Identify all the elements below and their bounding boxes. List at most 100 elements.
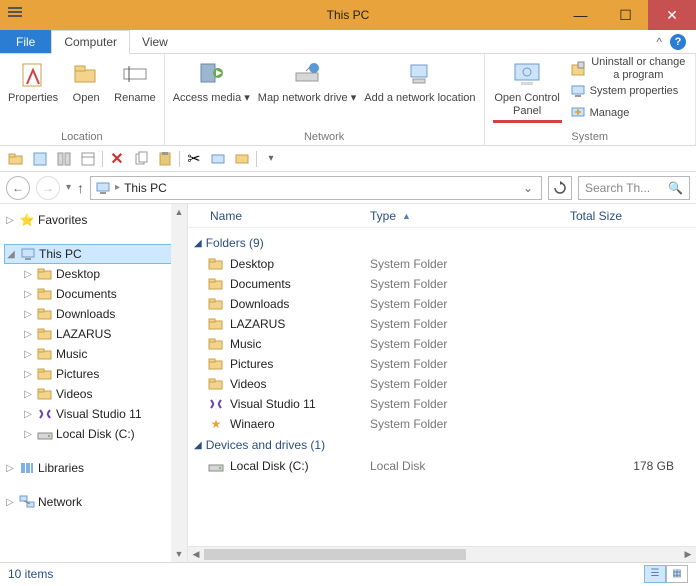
qat-new-folder-icon[interactable] — [6, 149, 26, 169]
manage-button[interactable]: Manage — [566, 102, 691, 124]
tree-item[interactable]: ▷Visual Studio 11 — [22, 404, 187, 424]
status-item-count: 10 items — [8, 567, 53, 581]
drive-icon — [37, 426, 53, 442]
list-item[interactable]: MusicSystem Folder — [194, 334, 696, 354]
access-media-button[interactable]: Access media ▾ — [169, 56, 254, 107]
folder-icon — [208, 376, 224, 392]
maximize-button[interactable]: ☐ — [603, 0, 648, 30]
network-icon — [19, 494, 35, 510]
address-bar[interactable]: ▸ This PC ⌄ — [90, 176, 542, 200]
folder-icon — [37, 346, 53, 362]
sort-indicator-icon: ▲ — [402, 211, 411, 221]
properties-button[interactable]: Properties — [4, 56, 62, 107]
open-control-panel-button[interactable]: Open Control Panel — [489, 56, 566, 119]
qat-icon-9[interactable] — [208, 149, 228, 169]
collapse-ribbon-icon[interactable]: ^ — [656, 35, 662, 49]
system-properties-icon — [570, 83, 586, 99]
open-button[interactable]: Open — [62, 56, 110, 107]
qat-cut-icon[interactable]: ✂ — [184, 149, 204, 169]
qat-delete-icon[interactable]: ✕ — [107, 149, 127, 169]
tab-view[interactable]: View — [130, 30, 181, 53]
qat-copy-icon[interactable] — [131, 149, 151, 169]
column-type[interactable]: Type▲ — [370, 209, 570, 223]
forward-button[interactable]: → — [36, 176, 60, 200]
tree-network[interactable]: ▷ Network — [4, 492, 187, 512]
qat-customize-icon[interactable]: ▾ — [261, 149, 281, 169]
qat-paste-icon[interactable] — [155, 149, 175, 169]
list-item[interactable]: LAZARUSSystem Folder — [194, 314, 696, 334]
qat-icon-4[interactable] — [78, 149, 98, 169]
minimize-button[interactable]: — — [558, 0, 603, 30]
star-icon: ★ — [208, 416, 224, 432]
tree-this-pc[interactable]: ◢ This PC — [4, 244, 187, 264]
view-large-icons-button[interactable]: ▦ — [666, 565, 688, 583]
content-horizontal-scrollbar[interactable]: ◀▶ — [188, 546, 696, 562]
title-bar: This PC — ☐ ✕ — [0, 0, 696, 30]
map-drive-icon — [291, 58, 323, 90]
column-name[interactable]: Name — [210, 209, 370, 223]
folder-icon — [37, 286, 53, 302]
rename-icon — [119, 58, 151, 90]
uninstall-program-button[interactable]: Uninstall or change a program — [566, 58, 691, 80]
column-total-size[interactable]: Total Size — [570, 209, 696, 223]
folder-icon — [208, 336, 224, 352]
tree-item[interactable]: ▷Downloads — [22, 304, 187, 324]
uninstall-icon — [570, 61, 586, 77]
folder-icon — [208, 256, 224, 272]
tree-item[interactable]: ▷Videos — [22, 384, 187, 404]
ribbon-group-system: Open Control Panel Uninstall or change a… — [485, 54, 696, 145]
group-folders[interactable]: ◢Folders (9) — [194, 232, 696, 254]
folder-icon — [37, 306, 53, 322]
recent-locations-icon[interactable]: ▾ — [66, 182, 71, 193]
tree-item[interactable]: ▷Documents — [22, 284, 187, 304]
list-item[interactable]: ★WinaeroSystem Folder — [194, 414, 696, 434]
list-item[interactable]: PicturesSystem Folder — [194, 354, 696, 374]
tree-item[interactable]: ▷LAZARUS — [22, 324, 187, 344]
list-item[interactable]: DownloadsSystem Folder — [194, 294, 696, 314]
properties-icon — [17, 58, 49, 90]
tree-item[interactable]: ▷Pictures — [22, 364, 187, 384]
status-bar: 10 items ☰ ▦ — [0, 562, 696, 584]
search-input[interactable]: Search Th... 🔍 — [578, 176, 690, 200]
folder-icon — [37, 366, 53, 382]
address-dropdown-icon[interactable]: ⌄ — [519, 181, 537, 195]
folder-icon — [208, 276, 224, 292]
ribbon-group-network: Access media ▾ Map network drive ▾ Add a… — [165, 54, 485, 145]
view-details-button[interactable]: ☰ — [644, 565, 666, 583]
tree-item[interactable]: ▷Desktop — [22, 264, 187, 284]
group-drives[interactable]: ◢Devices and drives (1) — [194, 434, 696, 456]
qat-icon-10[interactable] — [232, 149, 252, 169]
tree-libraries[interactable]: ▷ Libraries — [4, 458, 187, 478]
qat-icon-3[interactable] — [54, 149, 74, 169]
vs-icon — [37, 406, 53, 422]
refresh-button[interactable] — [548, 176, 572, 200]
help-icon[interactable]: ? — [670, 34, 686, 50]
add-network-location-button[interactable]: Add a network location — [360, 56, 479, 107]
tab-file[interactable]: File — [0, 30, 51, 53]
folder-icon — [37, 266, 53, 282]
close-button[interactable]: ✕ — [648, 0, 696, 30]
tree-item[interactable]: ▷Music — [22, 344, 187, 364]
navpane-scrollbar[interactable]: ▲▼ — [171, 204, 187, 562]
up-button[interactable]: ↑ — [77, 180, 84, 196]
system-properties-button[interactable]: System properties — [566, 80, 691, 102]
qat-icon-2[interactable] — [30, 149, 50, 169]
tab-computer[interactable]: Computer — [51, 30, 130, 54]
list-item[interactable]: Visual Studio 11System Folder — [194, 394, 696, 414]
folder-icon — [208, 296, 224, 312]
list-item[interactable]: Local Disk (C:)Local Disk178 GB — [194, 456, 696, 476]
folder-icon — [208, 316, 224, 332]
tree-item[interactable]: ▷Local Disk (C:) — [22, 424, 187, 444]
search-icon: 🔍 — [668, 181, 683, 195]
list-item[interactable]: DesktopSystem Folder — [194, 254, 696, 274]
pc-icon — [20, 246, 36, 262]
navigation-pane: ▷ ⭐ Favorites ◢ This PC ▷Desktop▷Documen… — [0, 204, 188, 562]
back-button[interactable]: ← — [6, 176, 30, 200]
folder-icon — [37, 386, 53, 402]
tree-favorites[interactable]: ▷ ⭐ Favorites — [4, 210, 187, 230]
list-item[interactable]: VideosSystem Folder — [194, 374, 696, 394]
list-item[interactable]: DocumentsSystem Folder — [194, 274, 696, 294]
access-media-icon — [195, 58, 227, 90]
map-network-drive-button[interactable]: Map network drive ▾ — [254, 56, 360, 107]
rename-button[interactable]: Rename — [110, 56, 160, 107]
